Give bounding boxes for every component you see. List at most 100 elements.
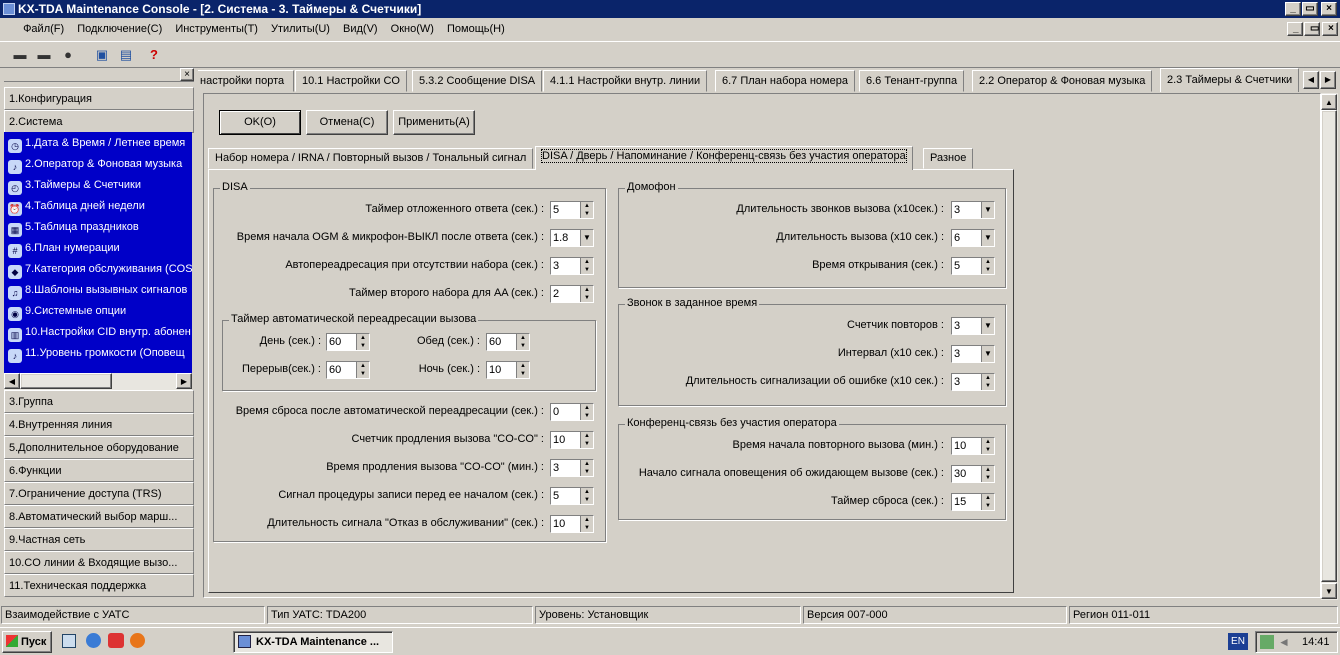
spinner-arrows-icon[interactable]: ▲ ▼ [981, 438, 994, 454]
menu-tools[interactable]: Инструменты(T) [170, 18, 263, 40]
warning-tone-start-spinner[interactable]: 30 ▲ ▼ [951, 465, 995, 483]
scroll-thumb[interactable] [20, 373, 112, 389]
spinner-arrows-icon[interactable]: ▲ ▼ [516, 334, 529, 350]
tab-operator-bgm[interactable]: 2.2 Оператор & Фоновая музыка [972, 70, 1153, 92]
menu-utilities[interactable]: Утилиты(U) [266, 18, 335, 40]
nav-item-operator-bgm[interactable]: ♪ 2.Оператор & Фоновая музыка [8, 154, 182, 175]
firefox-icon[interactable] [130, 633, 145, 648]
minimize-button[interactable]: _ [1285, 2, 1301, 16]
spinner-arrows-icon[interactable]: ▲ ▼ [580, 516, 593, 532]
nav-group-private-network[interactable]: 9.Частная сеть [4, 528, 194, 551]
nav-item-ring-patterns[interactable]: ♫ 8.Шаблоны вызывных сигналов [8, 280, 187, 301]
vscroll-thumb[interactable] [1321, 110, 1337, 582]
door-open-time-spinner[interactable]: 5 ▲ ▼ [951, 257, 995, 275]
spinner-arrows-icon[interactable]: ▲ ▼ [580, 258, 593, 274]
report-icon[interactable]: ▤ [116, 46, 136, 64]
door-call-duration-select[interactable]: 6 ▼ [951, 229, 995, 247]
tab-co-settings[interactable]: 10.1 Настройки CO [295, 70, 407, 92]
mdi-minimize-button[interactable]: _ [1287, 22, 1303, 36]
language-indicator[interactable]: EN [1228, 633, 1248, 650]
menu-view[interactable]: Вид(V) [338, 18, 383, 40]
nav-group-maintenance[interactable]: 11.Техническая поддержка [4, 574, 194, 597]
co-co-counter-spinner[interactable]: 10 ▲ ▼ [550, 431, 594, 449]
disa-second-dial-spinner[interactable]: 2 ▲ ▼ [550, 285, 594, 303]
restore-button[interactable]: ▭ [1302, 2, 1318, 16]
nav-group-ars[interactable]: 8.Автоматический выбор марш... [4, 505, 194, 528]
desktop-icon[interactable] [62, 634, 76, 648]
tab-dial-plan[interactable]: 6.7 План набора номера [715, 70, 855, 92]
help-icon[interactable]: ? [144, 46, 164, 64]
break-spinner[interactable]: 60 ▲ ▼ [326, 361, 370, 379]
spinner-arrows-icon[interactable]: ▲ ▼ [580, 286, 593, 302]
mdi-restore-button[interactable]: ▭ [1304, 22, 1320, 36]
disa-delay-answer-spinner[interactable]: 5 ▲ ▼ [550, 201, 594, 219]
interval-select[interactable]: 3 ▼ [951, 345, 995, 363]
close-button[interactable]: × [1321, 2, 1337, 16]
disa-auto-forward-spinner[interactable]: 3 ▲ ▼ [550, 257, 594, 275]
nav-item-date-time[interactable]: ◷ 1.Дата & Время / Летнее время [8, 133, 185, 154]
scroll-down-icon[interactable]: ▼ [1321, 583, 1337, 599]
spinner-arrows-icon[interactable]: ▲ ▼ [981, 258, 994, 274]
tab-extension-settings[interactable]: 4.1.1 Настройки внутр. линии [543, 70, 708, 92]
speaker-icon[interactable]: ◄ [1278, 635, 1290, 649]
panel-close-icon[interactable]: × [180, 68, 194, 81]
ie-icon[interactable] [86, 633, 101, 648]
spinner-arrows-icon[interactable]: ▲ ▼ [981, 466, 994, 482]
alarm-duration-spinner[interactable]: 3 ▲ ▼ [951, 373, 995, 391]
night-spinner[interactable]: 10 ▲ ▼ [486, 361, 530, 379]
nav-group-trs[interactable]: 7.Ограничение доступа (TRS) [4, 482, 194, 505]
scroll-left-icon[interactable]: ◀ [4, 373, 20, 389]
nav-item-volume[interactable]: ♪ 11.Уровень громкости (Оповещ [8, 343, 185, 364]
reset-after-forward-spinner[interactable]: 0 ▲ ▼ [550, 403, 594, 421]
nav-group-optional-device[interactable]: 5.Дополнительное оборудование [4, 436, 194, 459]
tab-timers-counters[interactable]: 2.3 Таймеры & Счетчики [1160, 68, 1300, 92]
disa-ogm-start-select[interactable]: 1.8 ▼ [550, 229, 594, 247]
nav-item-timers-counters[interactable]: ◴ 3.Таймеры & Счетчики [8, 175, 141, 196]
start-button[interactable]: Пуск [2, 631, 52, 653]
nav-group-system[interactable]: 2.Система [4, 110, 194, 133]
app-launcher-icon[interactable] [108, 633, 124, 648]
spinner-arrows-icon[interactable]: ▲ ▼ [981, 374, 994, 390]
door-ring-duration-select[interactable]: 3 ▼ [951, 201, 995, 219]
apply-button[interactable]: Применить(A) [393, 110, 475, 135]
menu-help[interactable]: Помощь(H) [442, 18, 510, 40]
record-warning-spinner[interactable]: 5 ▲ ▼ [550, 487, 594, 505]
day-spinner[interactable]: 60 ▲ ▼ [326, 333, 370, 351]
nav-group-features[interactable]: 6.Функции [4, 459, 194, 482]
disconnect-icon[interactable]: ▬ [34, 46, 54, 64]
tab-disa-door-reminder[interactable]: DISA / Дверь / Напоминание / Конференц-с… [535, 146, 913, 170]
nav-item-system-options[interactable]: ◉ 9.Системные опции [8, 301, 126, 322]
download-icon[interactable]: ▣ [92, 46, 112, 64]
co-co-time-spinner[interactable]: 3 ▲ ▼ [550, 459, 594, 477]
lunch-spinner[interactable]: 60 ▲ ▼ [486, 333, 530, 351]
spinner-arrows-icon[interactable]: ▲ ▼ [580, 488, 593, 504]
scroll-right-icon[interactable]: ▶ [176, 373, 192, 389]
nav-group-extension[interactable]: 4.Внутренняя линия [4, 413, 194, 436]
network-icon[interactable] [1260, 635, 1274, 649]
tab-tenant-group[interactable]: 6.6 Тенант-группа [859, 70, 965, 92]
spinner-arrows-icon[interactable]: ▲ ▼ [516, 362, 529, 378]
tab-scroll-left-icon[interactable]: ◀ [1303, 71, 1319, 89]
nav-group-group[interactable]: 3.Группа [4, 390, 194, 413]
mdi-close-button[interactable]: × [1322, 22, 1338, 36]
scroll-up-icon[interactable]: ▲ [1321, 94, 1337, 110]
reorder-tone-spinner[interactable]: 10 ▲ ▼ [550, 515, 594, 533]
connect-icon[interactable]: ▬ [10, 46, 30, 64]
chevron-down-icon[interactable]: ▼ [981, 318, 994, 334]
menu-file[interactable]: Файл(F) [17, 18, 69, 40]
spinner-arrows-icon[interactable]: ▲ ▼ [580, 404, 593, 420]
tab-disa-message[interactable]: 5.3.2 Сообщение DISA [412, 70, 543, 92]
spinner-arrows-icon[interactable]: ▲ ▼ [981, 494, 994, 510]
chevron-down-icon[interactable]: ▼ [981, 202, 994, 218]
nav-item-cos[interactable]: ◆ 7.Категория обслуживания (COS [8, 259, 192, 280]
nav-item-holiday-table[interactable]: ▦ 5.Таблица праздников [8, 217, 139, 238]
spinner-arrows-icon[interactable]: ▲ ▼ [356, 362, 369, 378]
spinner-arrows-icon[interactable]: ▲ ▼ [580, 460, 593, 476]
chevron-down-icon[interactable]: ▼ [981, 346, 994, 362]
nav-item-week-table[interactable]: ⏰ 4.Таблица дней недели [8, 196, 145, 217]
spinner-arrows-icon[interactable]: ▲ ▼ [580, 202, 593, 218]
ok-button[interactable]: OK(O) [219, 110, 301, 135]
nav-item-numbering-plan[interactable]: #6.План нумерации [8, 238, 120, 259]
menu-window[interactable]: Окно(W) [386, 18, 439, 40]
chevron-down-icon[interactable]: ▼ [580, 230, 593, 246]
